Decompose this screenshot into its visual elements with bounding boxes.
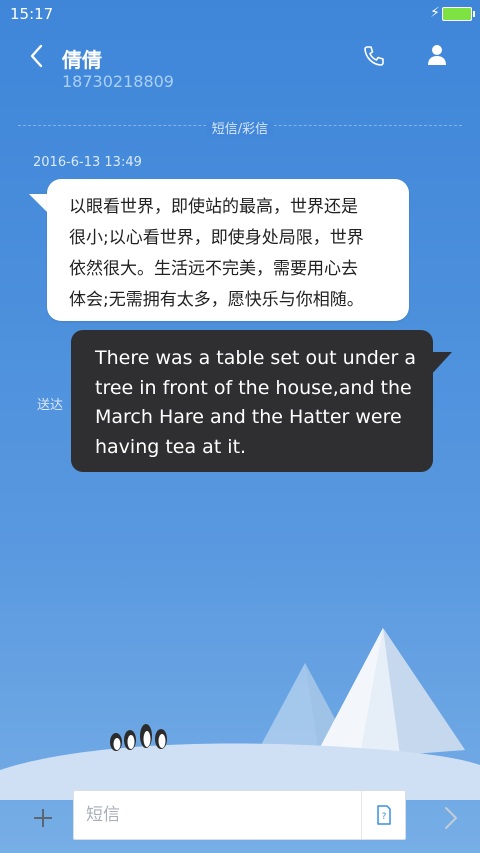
status-bar: 15:17 ⚡ [0,0,480,28]
outgoing-message-line: having tea at it. [95,435,247,458]
outgoing-message-line: tree in front of the house,and the [95,376,412,399]
battery-icon [442,7,475,21]
compose-bar: ? [0,780,480,853]
incoming-message-bubble[interactable]: 以眼看世界，即使站的最高，世界还是 很小;以心看世界，即使身处局限，世界 依然很… [47,179,409,321]
outgoing-message-line: There was a table set out under a [95,347,416,369]
message-input[interactable] [73,790,406,840]
incoming-message-line: 体会;无需拥有太多，愿快乐与你相随。 [69,290,364,310]
input-separator [361,791,362,839]
add-attachment-button[interactable] [20,800,54,834]
incoming-message-line: 以眼看世界，即使站的最高，世界还是 [69,197,358,217]
status-time: 15:17 [10,5,54,23]
conversation-header: 倩倩 18730218809 [0,28,480,118]
incoming-message-line: 很小;以心看世界，即使身处局限，世界 [69,228,364,248]
chevron-right-icon [445,807,457,829]
svg-text:?: ? [382,812,387,822]
mountain-penguin-wallpaper [0,628,480,800]
contact-phone: 18730218809 [62,72,174,91]
delivery-status: 送达 [37,398,64,413]
incoming-message-line: 依然很大。生活远不完美，需要用心去 [69,259,358,279]
send-button[interactable] [430,802,460,832]
plus-icon [34,809,52,827]
contact-name: 倩倩 [62,48,102,72]
sim-card-icon[interactable]: ? [374,805,394,825]
outgoing-message-bubble[interactable]: There was a table set out under a tree i… [71,330,433,472]
contact-profile-icon[interactable] [424,42,450,68]
phone-call-icon[interactable] [362,44,386,68]
message-type-label: 短信/彩信 [205,122,275,137]
outgoing-message-line: March Hare and the Hatter were [95,406,402,428]
charging-icon: ⚡ [430,5,440,21]
outgoing-bubble-tail [430,352,452,376]
message-timestamp: 2016-6-13 13:49 [33,155,142,170]
back-arrow-icon[interactable] [24,42,52,70]
